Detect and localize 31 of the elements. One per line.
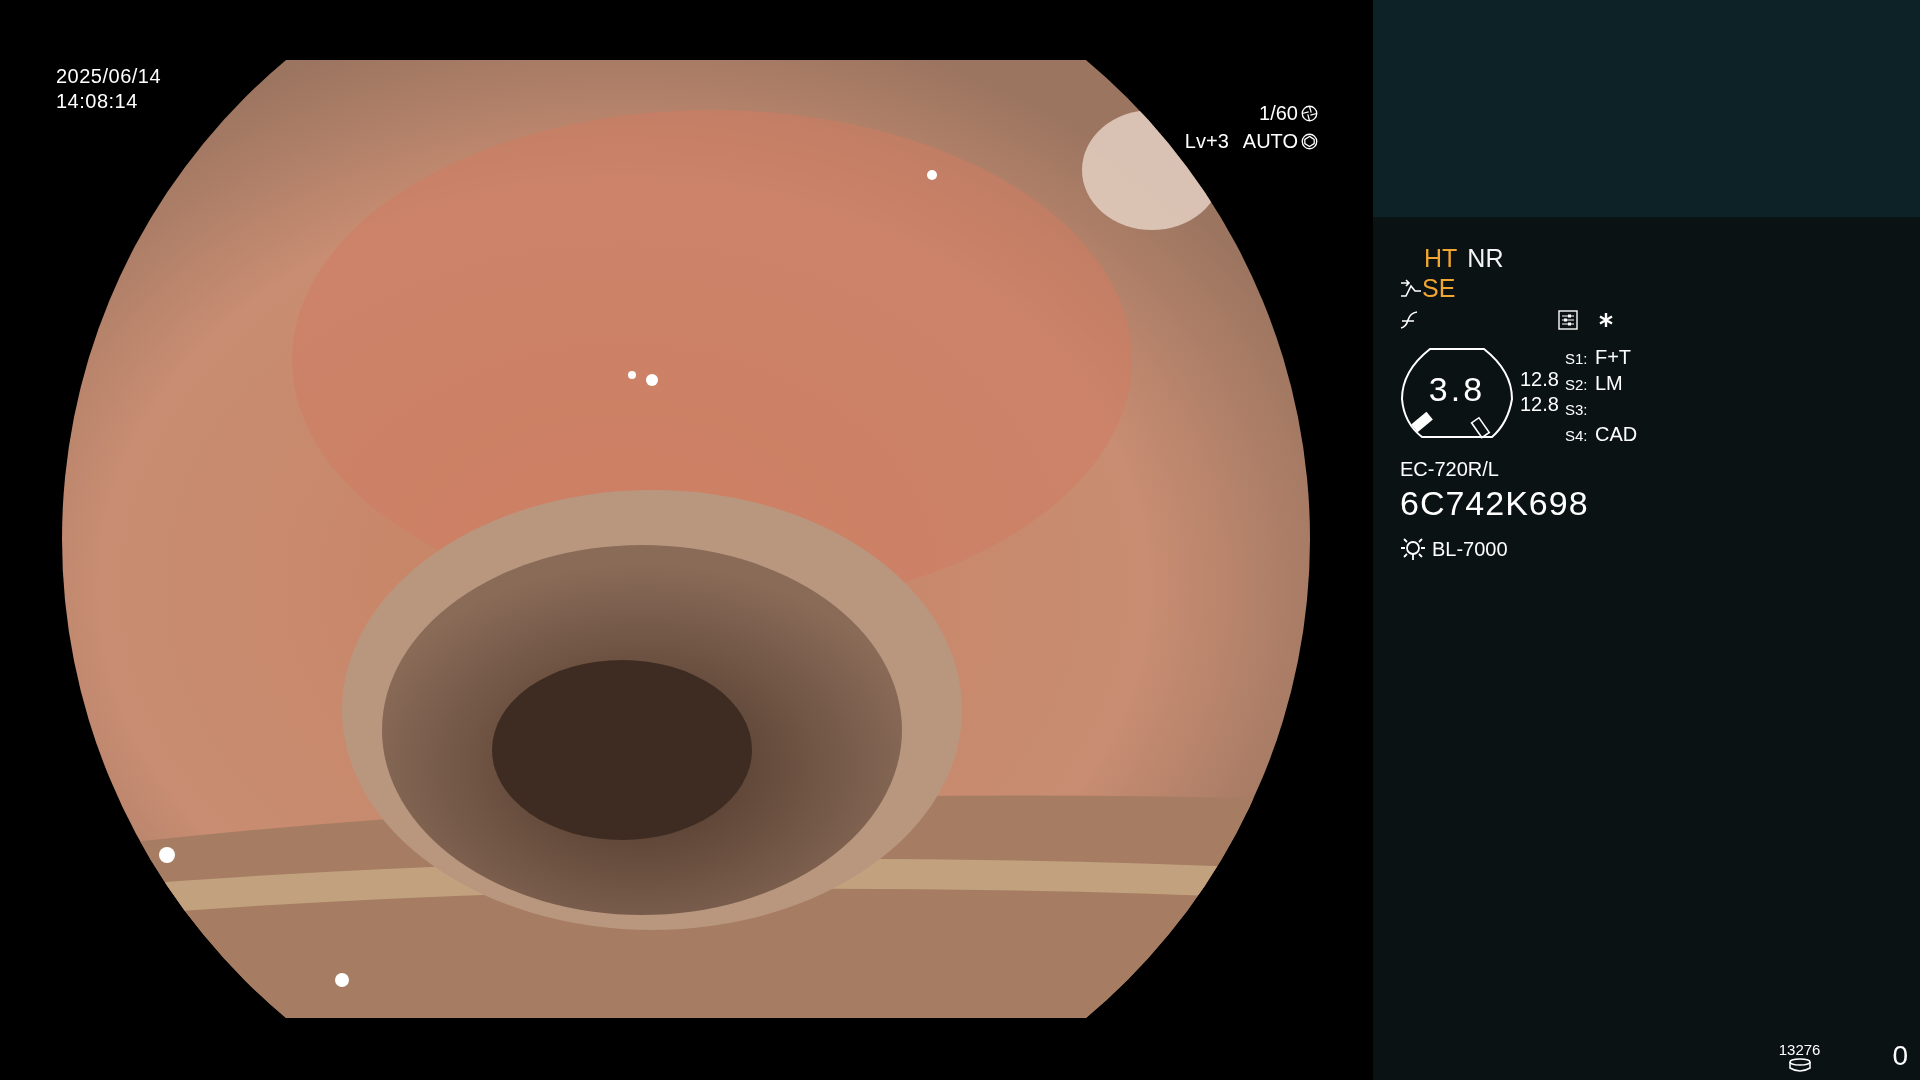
capture-time: 14:08:14 (56, 89, 138, 114)
capture-date: 2025/06/14 (56, 64, 162, 89)
switch-label: S2: (1564, 375, 1589, 395)
zoom-value: 3.8 (1427, 369, 1487, 409)
scope-serial: 6C742K698 (1400, 483, 1590, 524)
zoom-reading: 12.8 (1520, 392, 1559, 417)
curve-arrow-icon (1400, 279, 1422, 297)
mode-indicator: HT (1424, 243, 1458, 273)
mode-indicator: NR (1467, 243, 1504, 273)
scope-model: EC-720R/L (1400, 457, 1500, 482)
lamp-icon (1400, 536, 1426, 562)
switch-function: F+T (1594, 345, 1632, 370)
curve-icon (1400, 311, 1418, 329)
storage-remaining: 13276 (1778, 1041, 1821, 1058)
asterisk-icon (1598, 312, 1614, 328)
switch-label: S3: (1564, 400, 1589, 420)
shutter-speed: 1/60 (1259, 101, 1298, 126)
aperture-icon (1301, 132, 1318, 150)
capture-count: 0 (1892, 1040, 1908, 1072)
switch-label: S4: (1564, 426, 1589, 446)
disk-icon (1787, 1058, 1812, 1072)
enhancement-indicator: SE (1422, 273, 1456, 303)
iris-mode: AUTO (1242, 129, 1298, 154)
aperture-icon (1301, 104, 1318, 122)
sliders-icon (1558, 310, 1578, 330)
zoom-reading: 12.8 (1520, 367, 1559, 392)
switch-function: LM (1594, 371, 1623, 396)
brightness-level: Lv+3 (1184, 129, 1229, 154)
switch-label: S1: (1564, 349, 1589, 369)
switch-function: CAD (1594, 422, 1638, 447)
light-source: BL-7000 (1432, 537, 1508, 562)
